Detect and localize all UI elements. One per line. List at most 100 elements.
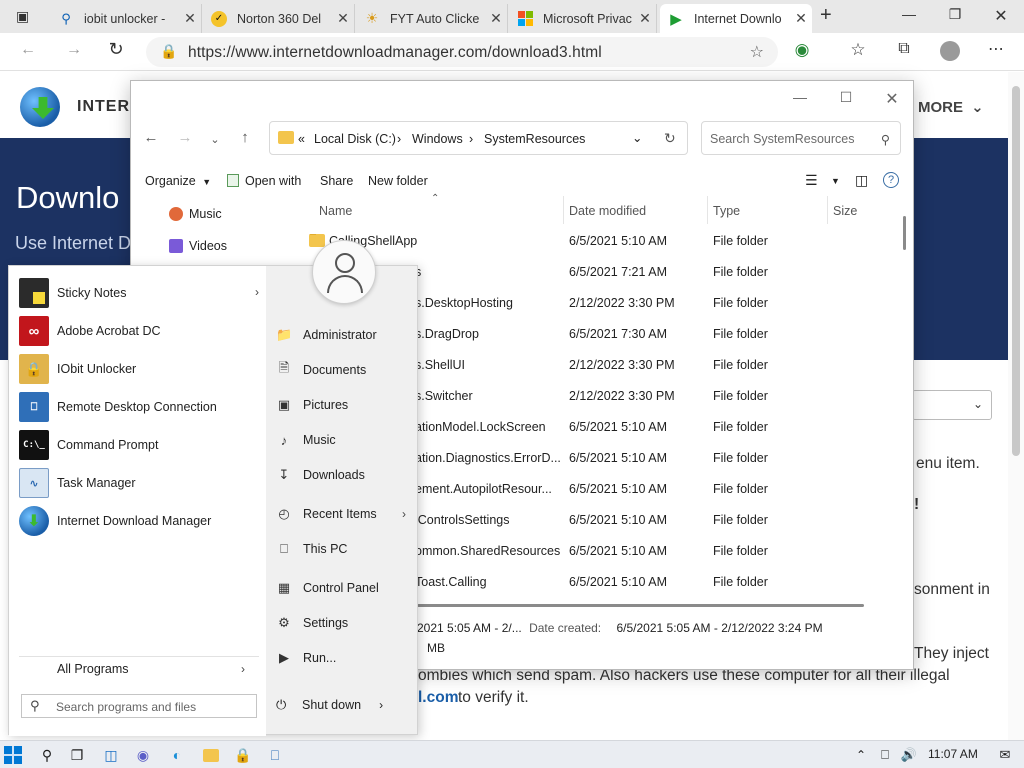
file-list-hscrollbar[interactable]: [417, 604, 864, 607]
chat-icon[interactable]: ◉: [132, 744, 154, 766]
tab-fyt[interactable]: ☀ FYT Auto Clicke ✕: [356, 4, 508, 33]
nav-item-music[interactable]: Music: [169, 207, 222, 221]
chevron-right-icon[interactable]: ›: [255, 285, 259, 299]
app-adobe-acrobat[interactable]: ∞ Adobe Acrobat DC: [19, 313, 259, 349]
close-window-icon[interactable]: ✕: [986, 6, 1016, 26]
start-item-this-pc[interactable]: ⎕ This PC: [276, 537, 416, 561]
start-item-settings[interactable]: ⚙ Settings: [276, 611, 416, 635]
column-date-modified[interactable]: Date modified: [569, 204, 646, 218]
column-divider[interactable]: [827, 196, 828, 224]
open-with-button[interactable]: Open with: [227, 174, 301, 188]
page-scroll-thumb[interactable]: [1012, 86, 1020, 456]
task-view-icon[interactable]: ❐: [66, 744, 88, 766]
refresh-icon[interactable]: ↻: [664, 130, 676, 147]
collections-icon[interactable]: ⧉: [892, 40, 916, 62]
maximize-icon[interactable]: ☐: [831, 89, 861, 106]
minimize-icon[interactable]: —: [785, 89, 815, 105]
tab-norton[interactable]: ✓ Norton 360 Del ✕: [203, 4, 355, 33]
app-iobit-unlocker[interactable]: 🔒 IObit Unlocker: [19, 351, 259, 387]
lock-icon[interactable]: 🔒: [160, 43, 177, 60]
idm-logo-icon[interactable]: [20, 87, 60, 127]
close-icon[interactable]: ✕: [877, 89, 907, 109]
article-link[interactable]: l.com: [418, 689, 458, 707]
breadcrumb-systemresources[interactable]: SystemResources: [484, 132, 585, 146]
nav-item-videos[interactable]: Videos: [169, 239, 227, 253]
close-icon[interactable]: ✕: [179, 10, 201, 27]
all-programs-button[interactable]: All Programs: [57, 662, 129, 676]
back-icon[interactable]: ←: [16, 41, 40, 63]
url-text[interactable]: https://www.internetdownloadmanager.com/…: [188, 44, 602, 62]
file-explorer-icon[interactable]: [200, 744, 222, 766]
view-options-icon[interactable]: ☰: [805, 172, 818, 189]
favorites-icon[interactable]: ☆: [846, 40, 870, 62]
start-item-control-panel[interactable]: ▦ Control Panel: [276, 576, 416, 600]
more-options-icon[interactable]: ⋯: [984, 39, 1008, 61]
up-icon[interactable]: ↑: [233, 129, 257, 146]
start-item-recent[interactable]: ◴ Recent Items ›: [276, 502, 416, 526]
start-item-downloads[interactable]: ↧ Downloads: [276, 463, 416, 487]
start-button-icon[interactable]: [4, 746, 22, 764]
new-folder-button[interactable]: New folder: [368, 174, 428, 188]
column-type[interactable]: Type: [713, 204, 740, 218]
shutdown-button[interactable]: ⏻ Shut down ›: [276, 697, 396, 713]
forward-icon[interactable]: →: [173, 129, 197, 146]
more-menu[interactable]: MORE ⌄: [918, 98, 984, 116]
url-field[interactable]: 🔒 https://www.internetdownloadmanager.co…: [146, 37, 778, 67]
search-icon[interactable]: ⚲: [36, 744, 58, 766]
minimize-icon[interactable]: —: [894, 6, 924, 22]
remote-desktop-icon[interactable]: ⎕: [264, 744, 286, 766]
app-remote-desktop[interactable]: ⎕ Remote Desktop Connection: [19, 389, 259, 425]
start-item-documents[interactable]: 🗎 Documents: [276, 358, 416, 382]
close-icon[interactable]: ✕: [332, 10, 354, 27]
file-row[interactable]: CallingShellApp 6/5/2021 5:10 AM File fold…: [287, 226, 887, 257]
notification-icon[interactable]: ✉: [994, 744, 1016, 766]
start-item-pictures[interactable]: ▣ Pictures: [276, 393, 416, 417]
store-icon[interactable]: 🔒: [232, 744, 254, 766]
explorer-search-input[interactable]: Search SystemResources ⚲: [701, 121, 901, 155]
tab-iobit[interactable]: ⚲ iobit unlocker - ✕: [50, 4, 202, 33]
start-search-input[interactable]: ⚲ Search programs and files: [21, 694, 257, 718]
close-icon[interactable]: ✕: [790, 10, 812, 27]
preview-pane-icon[interactable]: ◫: [855, 172, 868, 189]
clock[interactable]: 11:07 AM: [928, 747, 978, 761]
network-icon[interactable]: ⎕: [874, 744, 896, 766]
chevron-up-icon[interactable]: ⌃: [850, 744, 872, 766]
back-icon[interactable]: ←: [139, 129, 163, 146]
extension-icon[interactable]: ◉: [790, 40, 814, 62]
edge-icon[interactable]: ◐: [166, 744, 188, 766]
app-command-prompt[interactable]: C:\_ Command Prompt: [19, 427, 259, 463]
start-item-music[interactable]: ♪ Music: [276, 428, 416, 452]
address-breadcrumb[interactable]: « Local Disk (C:) › Windows › SystemReso…: [269, 121, 688, 155]
app-task-manager[interactable]: ∿ Task Manager: [19, 465, 259, 501]
breadcrumb-local-disk[interactable]: Local Disk (C:): [314, 132, 396, 146]
file-list-scrollbar[interactable]: [903, 216, 906, 250]
tab-microsoft[interactable]: Microsoft Privac ✕: [509, 4, 657, 33]
breadcrumb-windows[interactable]: Windows: [412, 132, 463, 146]
add-favorite-icon[interactable]: ☆: [750, 42, 764, 62]
start-item-administrator[interactable]: 📁 Administrator: [276, 323, 416, 347]
forward-icon[interactable]: →: [62, 41, 86, 63]
recent-locations-icon[interactable]: ⌄: [203, 133, 227, 146]
start-item-run[interactable]: ▶ Run...: [276, 646, 416, 670]
chevron-right-icon[interactable]: ›: [241, 662, 245, 676]
column-name[interactable]: Name: [319, 204, 352, 218]
tab-actions-icon[interactable]: ▣: [16, 8, 29, 25]
user-avatar[interactable]: [312, 240, 376, 304]
column-divider[interactable]: [707, 196, 708, 224]
profile-avatar[interactable]: [940, 41, 960, 61]
new-tab-icon[interactable]: +: [820, 4, 832, 27]
tab-idm[interactable]: ▶ Internet Downlo ✕: [660, 4, 812, 33]
widgets-icon[interactable]: ◫: [100, 744, 122, 766]
help-icon[interactable]: ?: [883, 172, 899, 188]
view-dropdown-icon[interactable]: ▼: [831, 176, 840, 186]
chevron-right-icon[interactable]: ›: [379, 698, 383, 712]
page-select[interactable]: ⌄: [912, 390, 992, 420]
restore-icon[interactable]: ❐: [940, 6, 970, 23]
close-icon[interactable]: ✕: [485, 10, 507, 27]
overflow-chevron-icon[interactable]: «: [298, 132, 305, 146]
refresh-icon[interactable]: ↻: [104, 39, 128, 61]
app-idm[interactable]: ⬇ Internet Download Manager: [19, 503, 259, 539]
chevron-down-icon[interactable]: ⌄: [632, 130, 642, 145]
app-sticky-notes[interactable]: Sticky Notes ›: [19, 275, 259, 311]
column-size[interactable]: Size: [833, 204, 857, 218]
